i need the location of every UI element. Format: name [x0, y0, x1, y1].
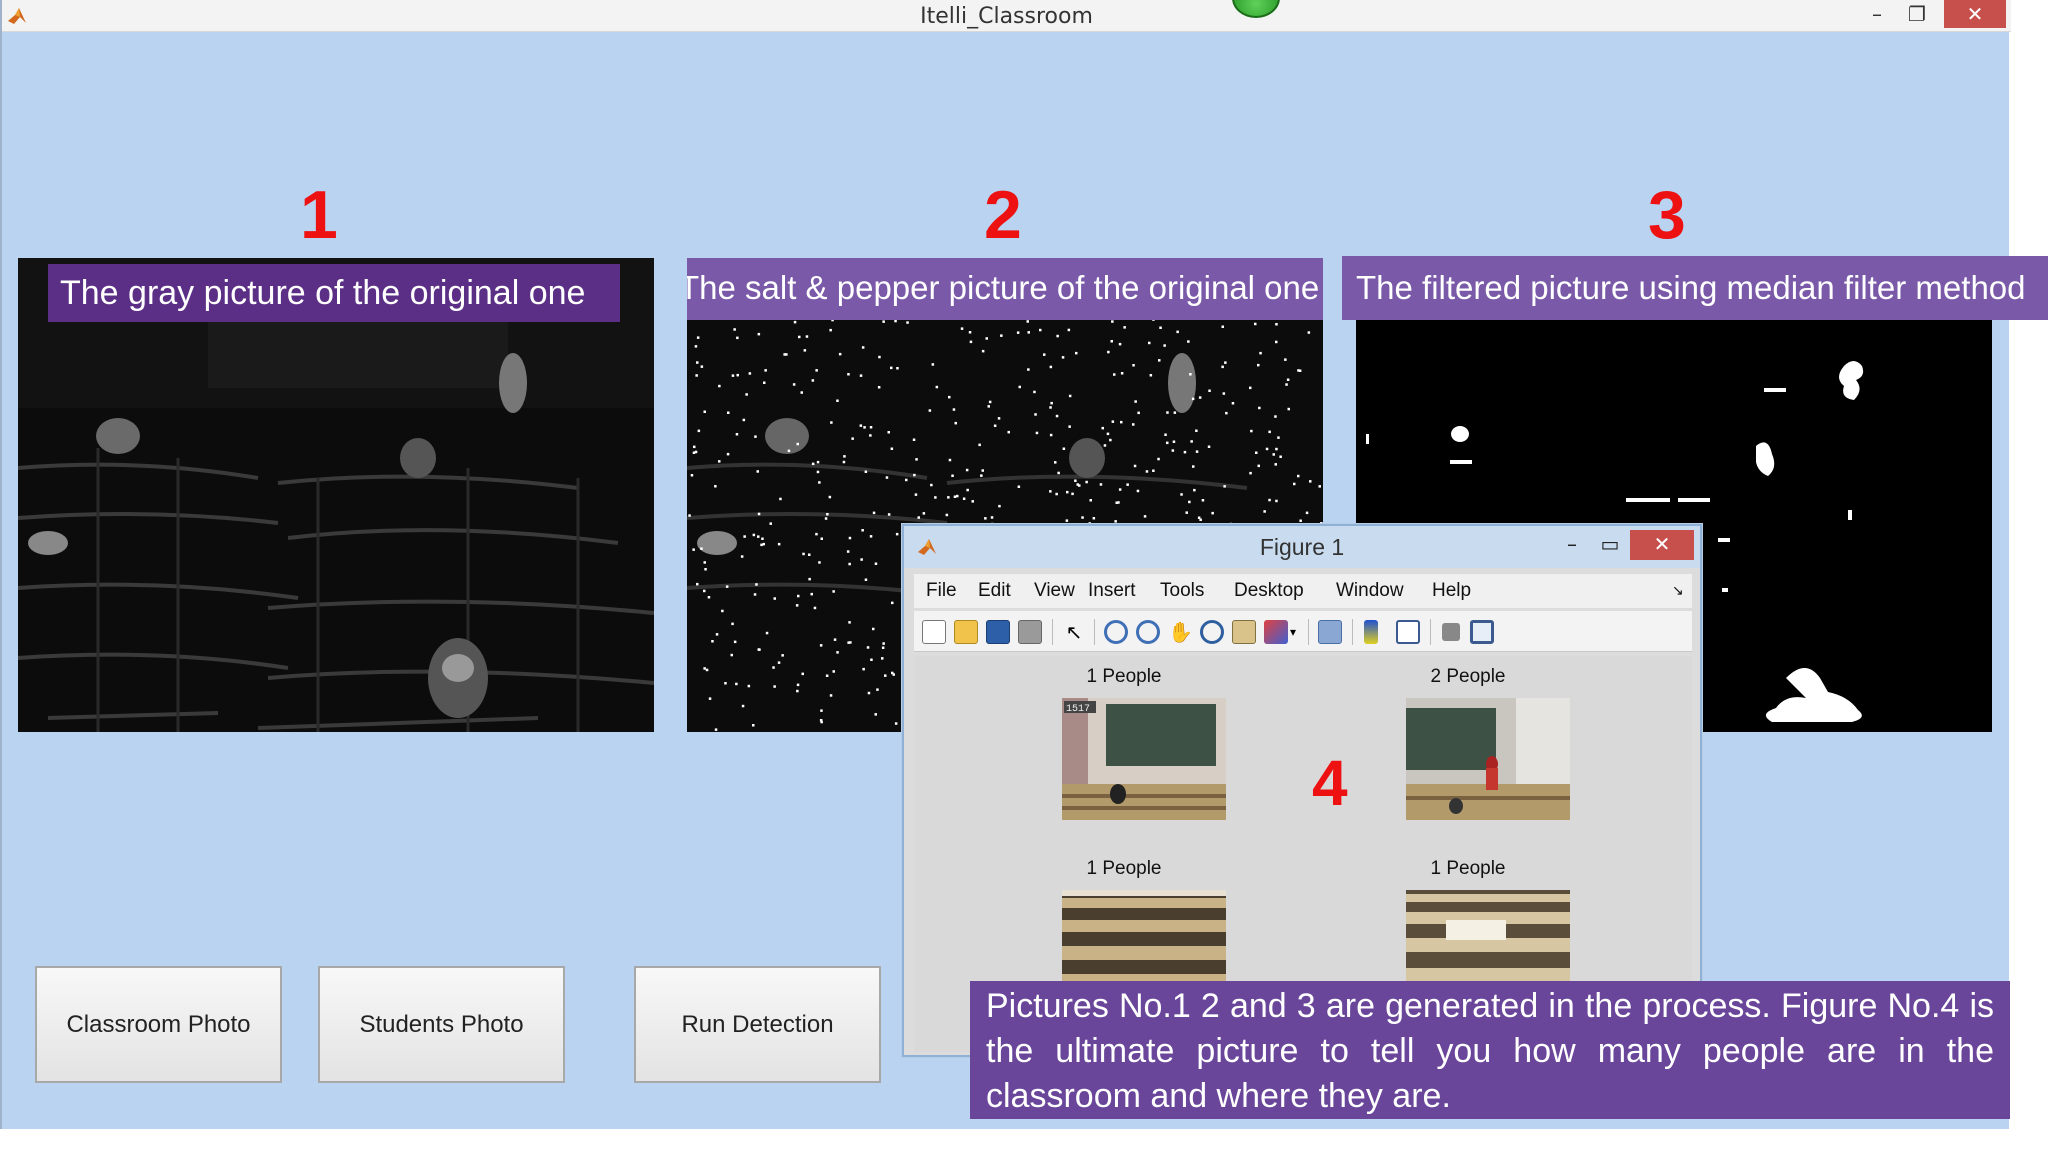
figure-window: Figure 1 – ▭ ✕ File Edit View Insert Too…	[902, 524, 1702, 1057]
rotate-3d-icon[interactable]	[1200, 620, 1224, 644]
subplot-image: 1517	[1062, 698, 1226, 820]
run-detection-button[interactable]: Run Detection	[634, 966, 881, 1083]
subplot-image	[1406, 698, 1570, 820]
subplot-image	[1062, 890, 1226, 990]
subplot-title: 1 People	[1430, 858, 1506, 879]
window-title: Itelli_Classroom	[920, 4, 1093, 29]
figure-menu-bar: File Edit View Insert Tools Desktop Wind…	[914, 574, 1692, 608]
menu-tools[interactable]: Tools	[1160, 580, 1204, 602]
figure-title-bar: Figure 1 – ▭ ✕	[904, 526, 1700, 568]
restore-button[interactable]: ❐	[1898, 0, 1936, 28]
figure-minimize-button[interactable]: –	[1554, 530, 1590, 560]
menu-edit[interactable]: Edit	[978, 580, 1011, 602]
figure-close-button[interactable]: ✕	[1630, 530, 1694, 560]
subplot-title: 1 People	[1086, 666, 1162, 687]
hide-plot-tools-icon[interactable]	[1442, 623, 1460, 641]
panel-number-1: 1	[300, 177, 338, 253]
menu-file[interactable]: File	[926, 580, 957, 602]
subplot-title: 2 People	[1430, 666, 1506, 687]
subplot-image	[1406, 890, 1570, 990]
select-arrow-icon[interactable]: ↖	[1062, 620, 1086, 644]
gray-picture-axes: The gray picture of the original one	[18, 258, 654, 732]
menu-window[interactable]: Window	[1336, 580, 1404, 602]
data-cursor-icon[interactable]	[1232, 620, 1256, 644]
open-file-icon[interactable]	[954, 620, 978, 644]
new-figure-icon[interactable]	[922, 620, 946, 644]
toolbar-separator	[1430, 619, 1431, 645]
subplot-title: 1 People	[1086, 858, 1162, 879]
show-plot-tools-icon[interactable]	[1470, 620, 1494, 644]
gray-picture-image	[18, 258, 654, 732]
toolbar-separator	[1094, 619, 1095, 645]
figure-number: 4	[1312, 747, 1348, 819]
menu-insert[interactable]: Insert	[1088, 580, 1136, 602]
students-photo-button[interactable]: Students Photo	[318, 966, 565, 1083]
toolbar-separator	[1052, 619, 1053, 645]
print-icon[interactable]	[1018, 620, 1042, 644]
zoom-in-icon[interactable]	[1104, 620, 1128, 644]
panel-number-2: 2	[984, 177, 1022, 253]
toolbar-separator	[1352, 619, 1353, 645]
gray-picture-caption: The gray picture of the original one	[48, 264, 620, 322]
legend-icon[interactable]	[1396, 620, 1420, 644]
brush-dropdown-icon[interactable]: ▾	[1290, 620, 1300, 644]
menu-view[interactable]: View	[1034, 580, 1075, 602]
link-plot-icon[interactable]	[1318, 620, 1342, 644]
main-window: Itelli_Classroom – ❐ ✕ 1 2 3 The gray pi…	[0, 0, 2048, 1129]
colorbar-icon[interactable]	[1364, 620, 1378, 644]
explanation-note: Pictures No.1 2 and 3 are generated in t…	[970, 981, 2010, 1119]
zoom-out-icon[interactable]	[1136, 620, 1160, 644]
brush-icon[interactable]	[1264, 620, 1288, 644]
classroom-photo-button[interactable]: Classroom Photo	[35, 966, 282, 1083]
save-icon[interactable]	[986, 620, 1010, 644]
close-button[interactable]: ✕	[1944, 0, 2006, 28]
figure-maximize-button[interactable]: ▭	[1592, 530, 1628, 560]
thumb-stamp: 1517	[1066, 704, 1090, 715]
menu-dock-arrow-icon[interactable]: ↘	[1672, 582, 1684, 599]
panel-number-3: 3	[1648, 177, 1686, 253]
minimize-button[interactable]: –	[1858, 0, 1896, 28]
figure-toolbar: ↖ ✋ ▾	[914, 610, 1692, 652]
filtered-picture-caption: The filtered picture using median filter…	[1342, 256, 2048, 320]
title-bar: Itelli_Classroom – ❐ ✕	[2, 0, 2011, 32]
menu-help[interactable]: Help	[1432, 580, 1471, 602]
toolbar-separator	[1308, 619, 1309, 645]
pan-hand-icon[interactable]: ✋	[1168, 620, 1193, 644]
menu-desktop[interactable]: Desktop	[1234, 580, 1304, 602]
salt-pepper-caption: The salt & pepper picture of the origina…	[687, 258, 1323, 320]
